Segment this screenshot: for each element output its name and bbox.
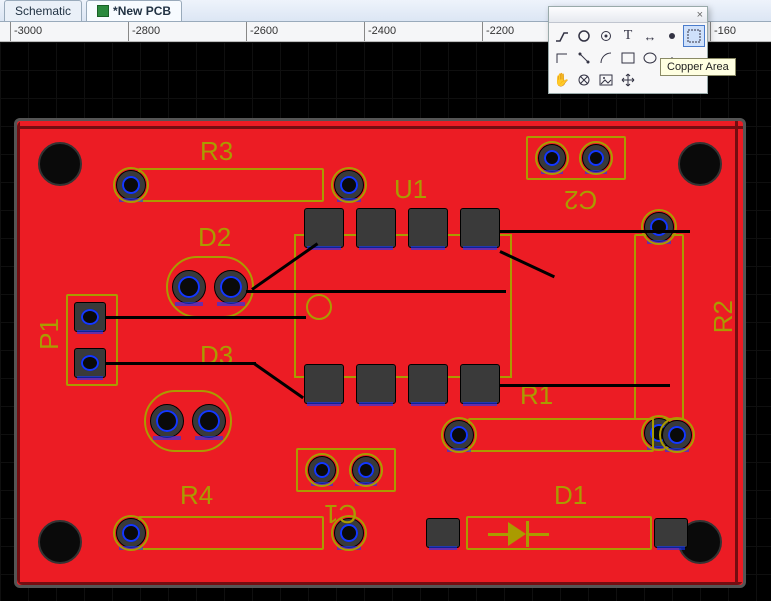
tool-pad-round[interactable] xyxy=(573,25,595,47)
mount-hole[interactable] xyxy=(38,520,82,564)
tool-no-connect[interactable] xyxy=(573,69,595,91)
tool-arc[interactable] xyxy=(595,47,617,69)
pad-r3-1[interactable] xyxy=(116,170,146,200)
palette-titlebar[interactable]: × xyxy=(549,7,707,23)
tool-group-move[interactable] xyxy=(617,69,639,91)
tool-copper-area[interactable] xyxy=(683,25,705,47)
pcb-tools-palette[interactable]: × T ↔ ✋ xyxy=(548,6,708,94)
tool-pan[interactable]: ✋ xyxy=(551,69,573,91)
pad-d2-2[interactable] xyxy=(214,270,248,304)
ruler-tick: -2600 xyxy=(246,22,278,41)
pad-u1-7[interactable] xyxy=(408,364,448,404)
pad-p1-1[interactable] xyxy=(74,302,106,332)
pad-p1-2[interactable] xyxy=(74,348,106,378)
pad-r3-2[interactable] xyxy=(334,170,364,200)
tooltip-copper-area: Copper Area xyxy=(660,58,736,76)
pad-r4-1[interactable] xyxy=(116,518,146,548)
tool-hole[interactable] xyxy=(661,25,683,47)
tool-polyline[interactable] xyxy=(551,47,573,69)
pad-u1-6[interactable] xyxy=(356,364,396,404)
ruler-tick: -2400 xyxy=(364,22,396,41)
pad-r4-2[interactable] xyxy=(334,518,364,548)
tool-image[interactable] xyxy=(595,69,617,91)
tool-ruler[interactable]: ↔ xyxy=(639,25,661,47)
mount-hole[interactable] xyxy=(678,142,722,186)
pad-u1-1[interactable] xyxy=(304,208,344,248)
pad-d1-k[interactable] xyxy=(654,518,688,548)
pad-d1-a[interactable] xyxy=(426,518,460,548)
pad-d3-1[interactable] xyxy=(150,404,184,438)
pad-c2-1[interactable] xyxy=(538,144,566,172)
pad-r2-1[interactable] xyxy=(644,212,674,242)
pad-c2-2[interactable] xyxy=(582,144,610,172)
pcb-canvas[interactable]: P1 R3 C2 D2 D3 U1 xyxy=(0,42,771,601)
tool-ellipse[interactable] xyxy=(639,47,661,69)
tab-schematic[interactable]: Schematic xyxy=(4,0,82,21)
tab-schematic-label: Schematic xyxy=(15,4,71,18)
mount-hole[interactable] xyxy=(38,142,82,186)
tool-rect[interactable] xyxy=(617,47,639,69)
pad-u1-2[interactable] xyxy=(356,208,396,248)
pad-d2-1[interactable] xyxy=(172,270,206,304)
pcb-board[interactable]: P1 R3 C2 D2 D3 U1 xyxy=(14,118,746,588)
tool-text[interactable]: T xyxy=(617,25,639,47)
pad-u1-8[interactable] xyxy=(460,364,500,404)
pad-d3-2[interactable] xyxy=(192,404,226,438)
pad-u1-4[interactable] xyxy=(460,208,500,248)
ruler-tick: -3000 xyxy=(10,22,42,41)
ruler-tick: -2200 xyxy=(482,22,514,41)
pad-c1-1[interactable] xyxy=(308,456,336,484)
tool-track[interactable] xyxy=(551,25,573,47)
pad-c1-2[interactable] xyxy=(352,456,380,484)
ruler-tick: -2800 xyxy=(128,22,160,41)
pad-r1-1[interactable] xyxy=(444,420,474,450)
pad-u1-3[interactable] xyxy=(408,208,448,248)
pcb-doc-icon xyxy=(97,5,109,17)
close-icon[interactable]: × xyxy=(697,9,703,21)
pad-r1-2[interactable] xyxy=(662,420,692,450)
ruler-tick: -160 xyxy=(710,22,736,41)
u1-pin1-notch xyxy=(306,294,332,320)
tab-pcb-label: *New PCB xyxy=(113,4,171,18)
tool-via[interactable] xyxy=(595,25,617,47)
tab-new-pcb[interactable]: *New PCB xyxy=(86,0,182,21)
pad-u1-5[interactable] xyxy=(304,364,344,404)
tool-dimension[interactable] xyxy=(573,47,595,69)
